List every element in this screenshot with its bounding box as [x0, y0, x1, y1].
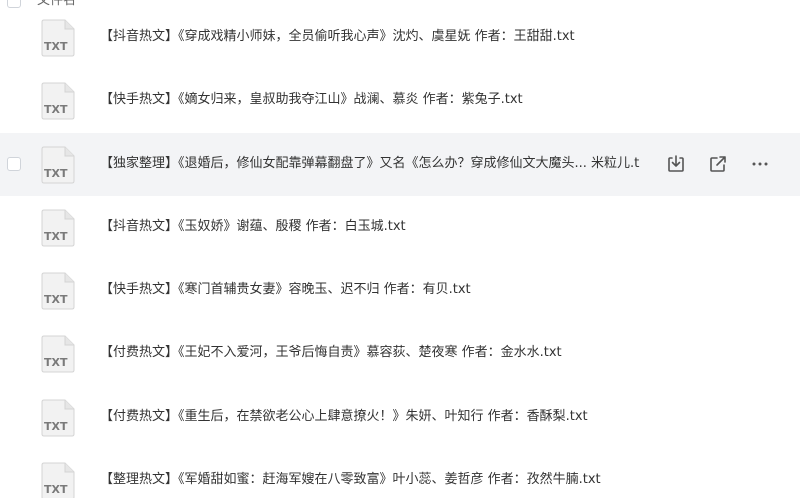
txt-file-icon: TXT — [41, 335, 75, 373]
download-icon — [668, 154, 684, 172]
txt-file-icon: TXT — [41, 399, 75, 437]
txt-file-icon: TXT — [41, 462, 75, 498]
svg-text:TXT: TXT — [44, 40, 68, 53]
txt-file-icon: TXT — [41, 82, 75, 120]
file-row[interactable]: TXT 【快手热文】《嫡女归来，皇叔助我夺江山》战澜、慕炎 作者：紫兔子.txt — [0, 69, 800, 132]
file-row[interactable]: TXT 【快手热文】《寒门首辅贵女妻》容晚玉、迟不归 作者：有贝.txt — [0, 259, 800, 322]
svg-text:TXT: TXT — [44, 103, 68, 116]
svg-text:TXT: TXT — [44, 293, 68, 306]
file-name[interactable]: 【抖音热文】《玉奴娇》谢蕴、殷稷 作者：白玉城.txt — [100, 218, 406, 236]
file-name[interactable]: 【付费热文】《王妃不入爱河，王爷后悔自责》慕容荻、楚夜寒 作者：金水水.txt — [100, 344, 562, 362]
file-row[interactable]: TXT 【抖音热文】《玉奴娇》谢蕴、殷稷 作者：白玉城.txt — [0, 196, 800, 259]
file-row[interactable]: TXT 【整理热文】《军婚甜如蜜：赶海军嫂在八零致富》叶小蕊、姜哲彦 作者：孜然… — [0, 449, 800, 498]
file-name[interactable]: 【付费热文】《重生后，在禁欲老公心上肆意撩火！》朱妍、叶知行 作者：香酥梨.tx… — [100, 408, 588, 426]
row-checkbox[interactable] — [7, 156, 21, 171]
svg-text:TXT: TXT — [44, 167, 68, 180]
file-name[interactable]: 【抖音热文】《穿成戏精小师妹，全员偷听我心声》沈灼、虞星妩 作者：王甜甜.txt — [100, 28, 575, 46]
svg-text:TXT: TXT — [44, 356, 68, 369]
txt-file-icon: TXT — [41, 146, 75, 184]
more-icon — [752, 162, 768, 166]
file-list-page: 文件名 TXT 【抖音热文】《穿成戏精小师妹，全员偷听我心声》沈灼、虞星妩 作者… — [0, 0, 800, 498]
share-icon — [710, 155, 726, 172]
txt-file-icon: TXT — [41, 272, 75, 310]
file-name[interactable]: 【独家整理】《退婚后，修仙女配靠弹幕翻盘了》又名《怎么办？穿成修仙文大魔头...… — [100, 155, 640, 173]
svg-text:TXT: TXT — [44, 230, 68, 243]
txt-file-icon: TXT — [41, 19, 75, 57]
file-row[interactable]: TXT 【抖音热文】《穿成戏精小师妹，全员偷听我心声》沈灼、虞星妩 作者：王甜甜… — [0, 6, 800, 69]
file-name[interactable]: 【整理热文】《军婚甜如蜜：赶海军嫂在八零致富》叶小蕊、姜哲彦 作者：孜然牛腩.t… — [100, 471, 601, 489]
file-row[interactable]: TXT 【付费热文】《王妃不入爱河，王爷后悔自责》慕容荻、楚夜寒 作者：金水水.… — [0, 322, 800, 385]
file-list: TXT 【抖音热文】《穿成戏精小师妹，全员偷听我心声》沈灼、虞星妩 作者：王甜甜… — [0, 6, 800, 498]
more-button[interactable] — [749, 153, 771, 175]
svg-text:TXT: TXT — [44, 420, 68, 433]
file-name[interactable]: 【快手热文】《嫡女归来，皇叔助我夺江山》战澜、慕炎 作者：紫兔子.txt — [100, 91, 523, 109]
file-row[interactable]: TXT 【付费热文】《重生后，在禁欲老公心上肆意撩火！》朱妍、叶知行 作者：香酥… — [0, 386, 800, 449]
txt-file-icon: TXT — [41, 209, 75, 247]
download-button[interactable] — [665, 153, 687, 175]
svg-text:TXT: TXT — [44, 483, 68, 496]
share-button[interactable] — [707, 153, 729, 175]
file-row[interactable]: TXT 【独家整理】《退婚后，修仙女配靠弹幕翻盘了》又名《怎么办？穿成修仙文大魔… — [0, 132, 800, 196]
file-name[interactable]: 【快手热文】《寒门首辅贵女妻》容晚玉、迟不归 作者：有贝.txt — [100, 281, 471, 299]
